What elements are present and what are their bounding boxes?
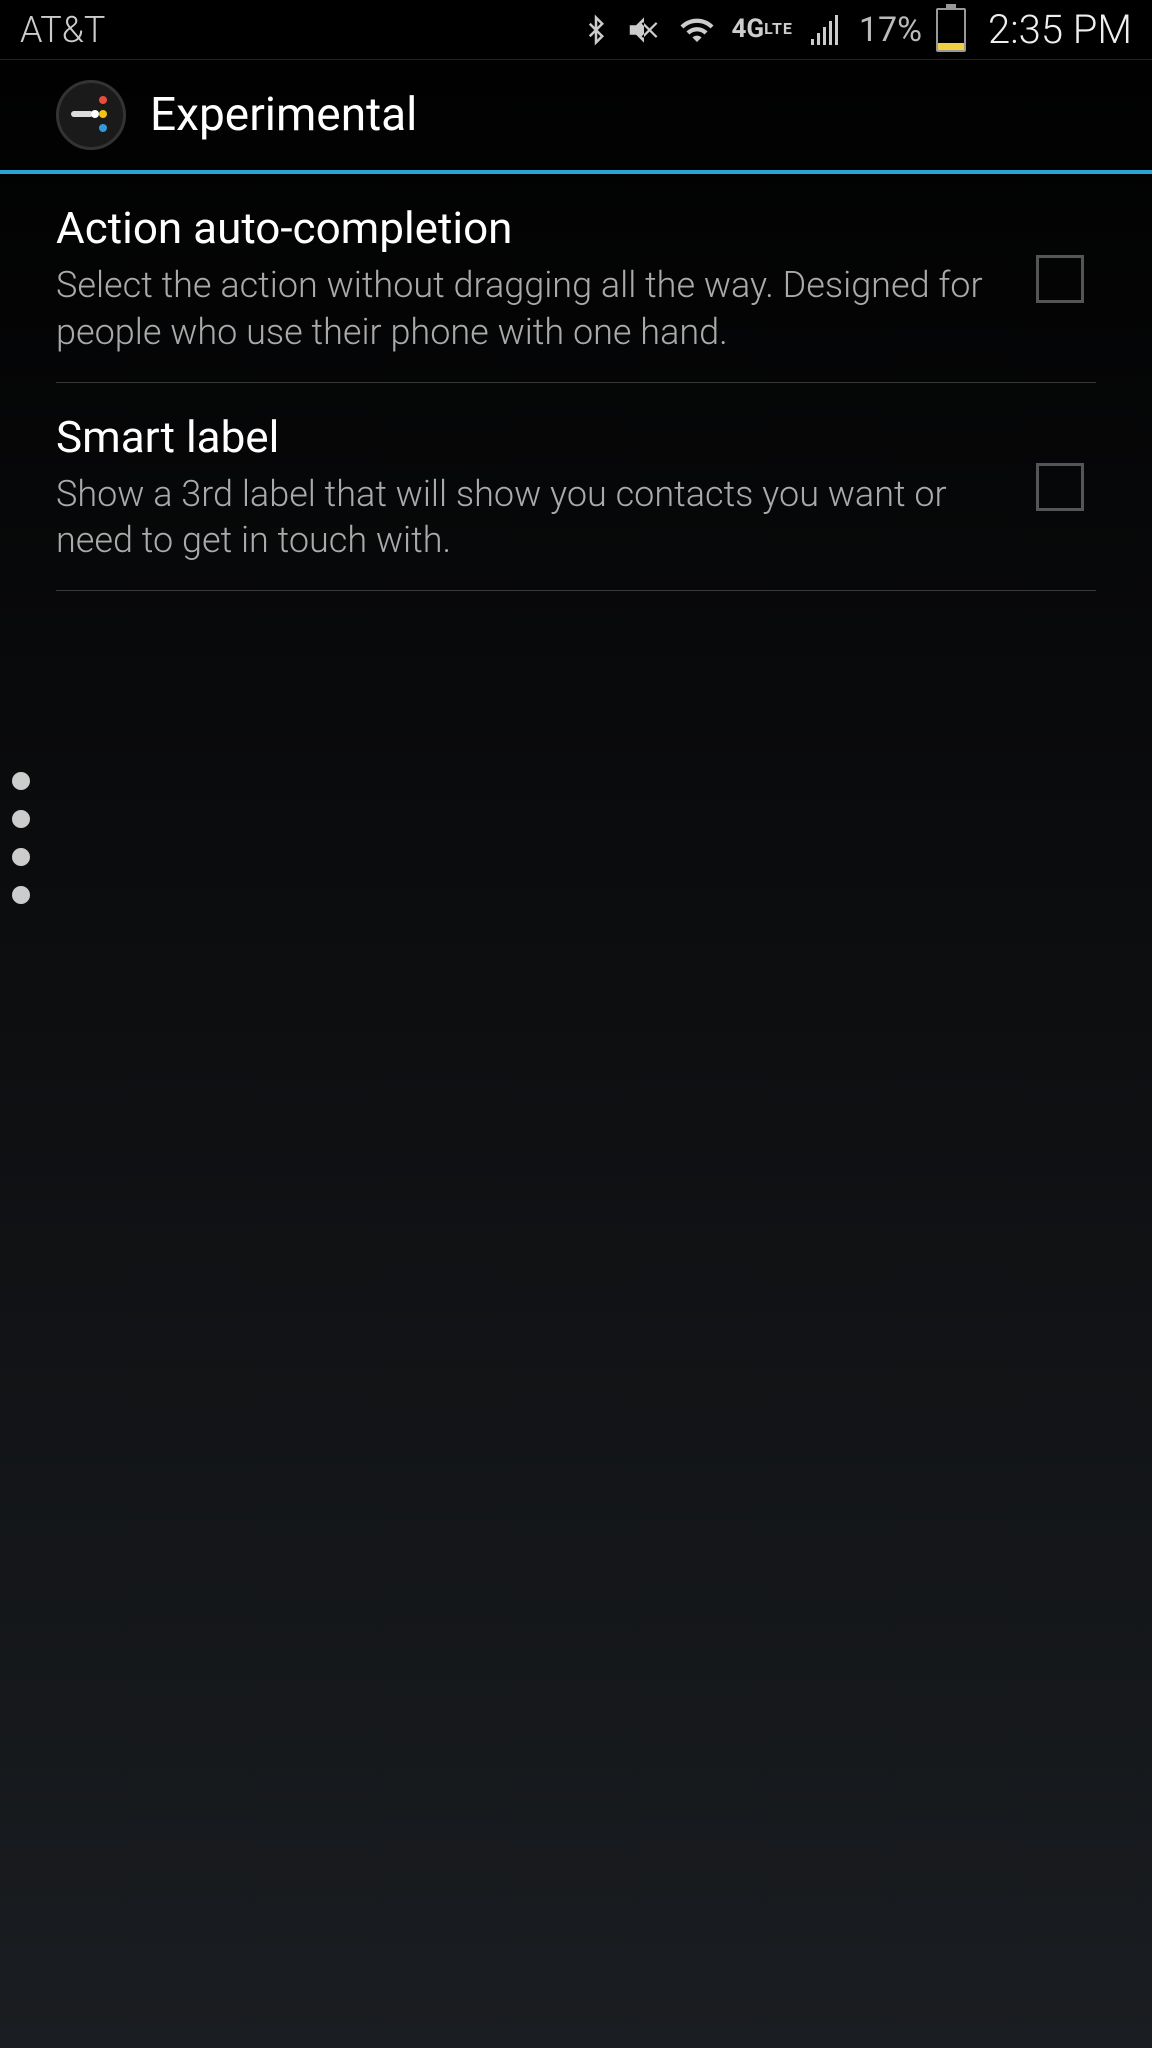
bluetooth-icon xyxy=(581,10,611,50)
page-dot xyxy=(12,848,30,866)
setting-title: Smart label xyxy=(56,411,996,463)
setting-description: Select the action without dragging all t… xyxy=(56,262,996,356)
setting-smart-label[interactable]: Smart label Show a 3rd label that will s… xyxy=(56,383,1096,592)
carrier-label: AT&T xyxy=(20,9,105,51)
page-dot xyxy=(12,810,30,828)
clock: 2:35 PM xyxy=(988,6,1132,53)
battery-percent: 17% xyxy=(859,10,922,50)
setting-action-autocompletion[interactable]: Action auto-completion Select the action… xyxy=(56,174,1096,383)
status-bar[interactable]: AT&T 4G LTE 17% 2: xyxy=(0,0,1152,60)
page-indicator[interactable] xyxy=(12,772,30,904)
settings-list: Action auto-completion Select the action… xyxy=(0,174,1152,591)
header: Experimental xyxy=(0,60,1152,170)
checkbox-action-autocompletion[interactable] xyxy=(1036,255,1084,303)
wifi-icon xyxy=(677,12,717,48)
checkbox-smart-label[interactable] xyxy=(1036,463,1084,511)
app-icon xyxy=(56,80,126,150)
network-type-icon: 4G LTE xyxy=(731,19,792,40)
page-dot xyxy=(12,772,30,790)
mute-icon xyxy=(625,11,663,49)
status-right: 4G LTE 17% 2:35 PM xyxy=(581,6,1132,53)
battery-icon xyxy=(936,8,966,52)
signal-icon xyxy=(807,12,845,48)
page-title: Experimental xyxy=(150,88,417,142)
setting-title: Action auto-completion xyxy=(56,202,996,254)
page-dot xyxy=(12,886,30,904)
setting-description: Show a 3rd label that will show you cont… xyxy=(56,471,996,565)
